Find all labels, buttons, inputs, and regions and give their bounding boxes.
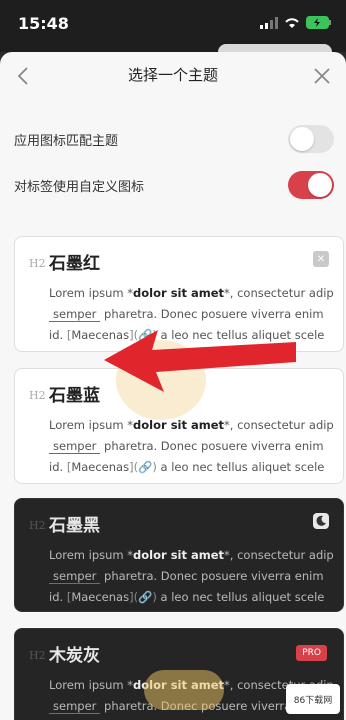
app-icon-match-toggle[interactable] xyxy=(288,125,334,153)
heading-level-tag: H2 xyxy=(29,519,46,532)
checkbox-icon[interactable]: ✕ xyxy=(313,251,329,267)
moon-icon xyxy=(313,513,329,529)
theme-name: 石墨蓝 xyxy=(49,386,100,406)
theme-name: 石墨黑 xyxy=(49,516,100,536)
theme-card-graphite-black[interactable]: H2 石墨黑 Lorem ipsum *dolor sit amet*, con… xyxy=(14,498,344,612)
heading-level-tag: H2 xyxy=(29,389,46,402)
signal-icon xyxy=(260,16,278,29)
status-time: 15:48 xyxy=(18,14,69,33)
page-title: 选择一个主题 xyxy=(127,66,218,84)
theme-preview-text: Lorem ipsum *dolor sit amet*, consectetu… xyxy=(49,286,334,342)
theme-name: 木炭灰 xyxy=(49,646,100,666)
toggle-knob xyxy=(308,173,332,197)
theme-preview-text: Lorem ipsum *dolor sit amet*, consectetu… xyxy=(49,548,334,604)
setting-label: 应用图标匹配主题 xyxy=(14,133,119,149)
theme-preview-text: Lorem ipsum *dolor sit amet*, consectetu… xyxy=(49,418,334,474)
wifi-icon xyxy=(285,17,299,28)
setting-app-icon-match: 应用图标匹配主题 xyxy=(14,124,334,154)
heading-level-tag: H2 xyxy=(29,649,46,662)
site-watermark-badge: 86下载网 xyxy=(286,684,340,714)
close-icon[interactable] xyxy=(310,64,334,88)
pro-badge: PRO xyxy=(296,645,327,661)
watermark-logo xyxy=(144,670,224,710)
status-icons xyxy=(260,16,332,29)
heading-level-tag: H2 xyxy=(29,257,46,270)
toggle-knob xyxy=(290,127,314,151)
nav-bar: 选择一个主题 xyxy=(0,52,346,100)
setting-label: 对标签使用自定义图标 xyxy=(14,179,145,195)
theme-name: 石墨红 xyxy=(49,254,100,274)
theme-card-graphite-red[interactable]: H2 石墨红 ✕ Lorem ipsum *dolor sit amet*, c… xyxy=(14,236,344,352)
watermark-logo xyxy=(116,340,206,420)
setting-custom-tag-icon: 对标签使用自定义图标 xyxy=(14,170,334,200)
battery-icon xyxy=(306,16,331,29)
custom-tag-icon-toggle[interactable] xyxy=(288,171,334,199)
